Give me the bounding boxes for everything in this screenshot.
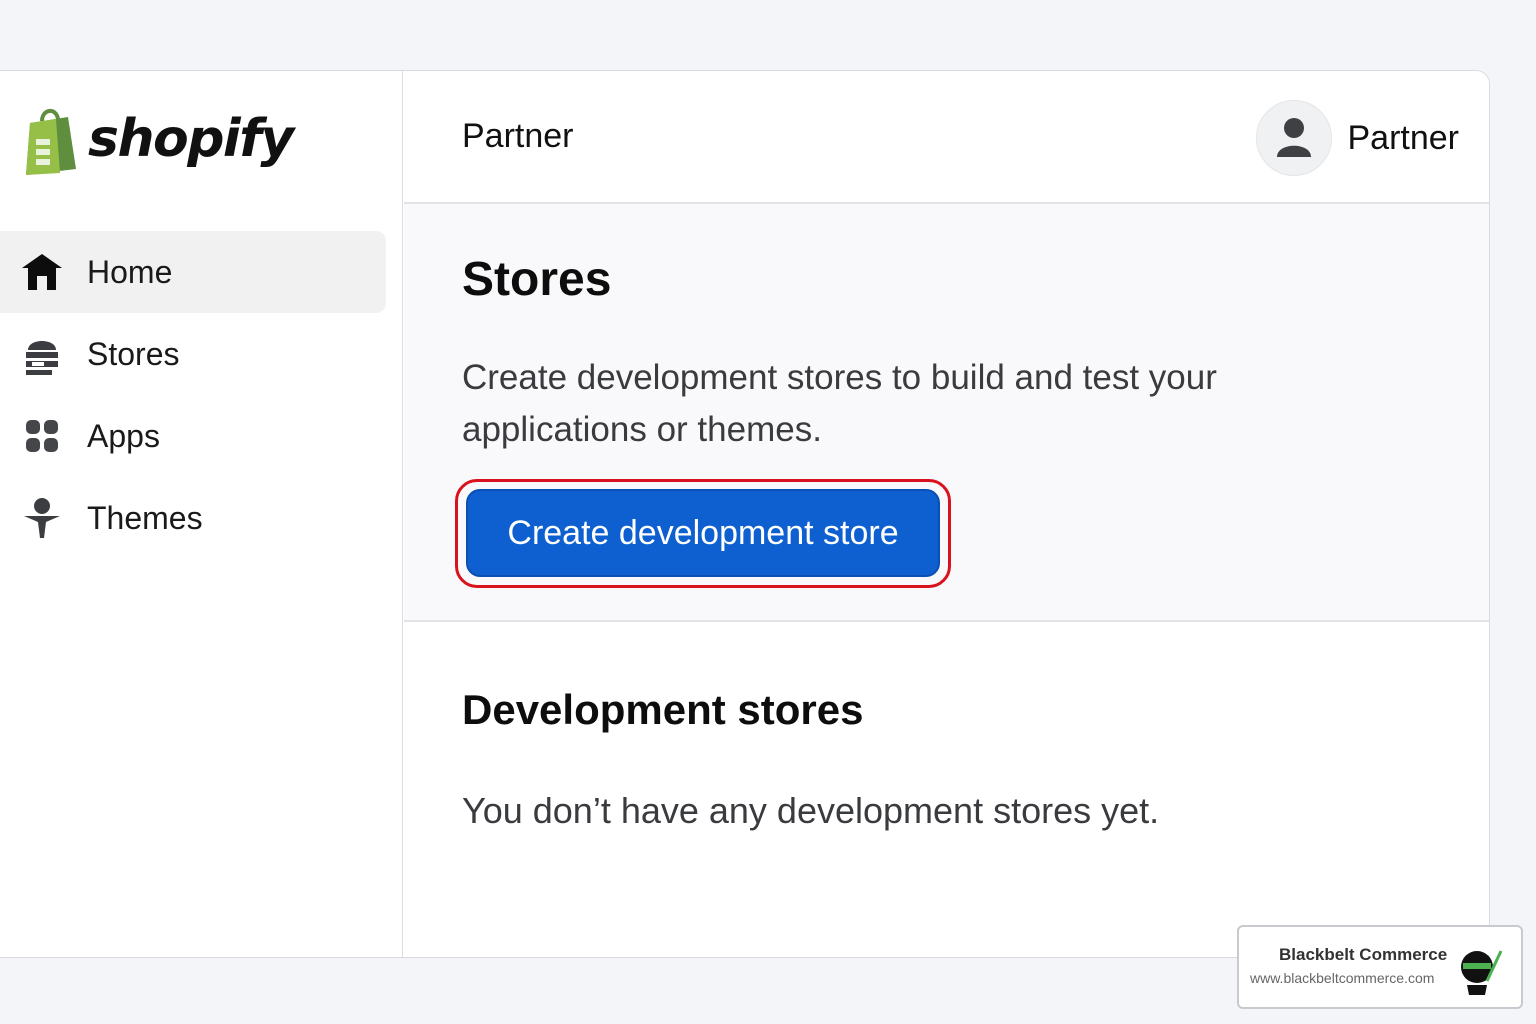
ninja-logo-icon [1461,950,1503,995]
header-title: Partner [462,117,574,155]
home-icon [20,250,64,294]
sidebar-item-label: Themes [87,499,203,536]
shopify-logo[interactable]: shopify [22,105,294,177]
user-avatar-icon [1276,118,1311,157]
empty-state-message: You don’t have any development stores ye… [462,790,1160,831]
sidebar-nav: Home Stores Apps Themes [0,231,386,559]
watermark-badge: Blackbelt Commerce www.blackbeltcommerce… [1237,925,1523,1009]
stores-section: Stores Create development stores to buil… [404,204,1489,622]
sidebar-item-home[interactable]: Home [0,231,386,313]
shopify-bag-icon [26,109,76,175]
sidebar-item-label: Home [87,253,173,290]
stores-title: Stores [462,253,612,306]
top-header: Partner Partner [404,71,1489,204]
sidebar: shopify Home Stores Apps Themes [0,71,403,957]
avatar[interactable] [1255,100,1332,176]
sidebar-item-stores[interactable]: Stores [0,313,386,395]
sidebar-item-themes[interactable]: Themes [0,477,386,559]
stores-description: Create development stores to build and t… [462,358,1217,449]
partner-dashboard-window: shopify Home Stores Apps Themes Partner … [0,70,1490,958]
store-icon [20,332,64,376]
main-content: Partner Partner Stores Create developmen… [404,71,1489,957]
apps-grid-icon [20,414,64,458]
create-development-store-button[interactable]: Create development store [466,489,940,577]
profile-name: Partner [1347,118,1460,157]
watermark-name: Blackbelt Commerce [1279,945,1448,964]
sidebar-item-label: Apps [87,417,160,454]
development-stores-title: Development stores [462,686,864,733]
watermark-url: www.blackbeltcommerce.com [1250,970,1435,986]
theme-brush-icon [20,496,64,540]
shopify-wordmark: shopify [88,109,294,169]
sidebar-item-label: Stores [87,335,180,372]
sidebar-item-apps[interactable]: Apps [0,395,386,477]
profile-menu[interactable]: Partner [1255,100,1460,176]
